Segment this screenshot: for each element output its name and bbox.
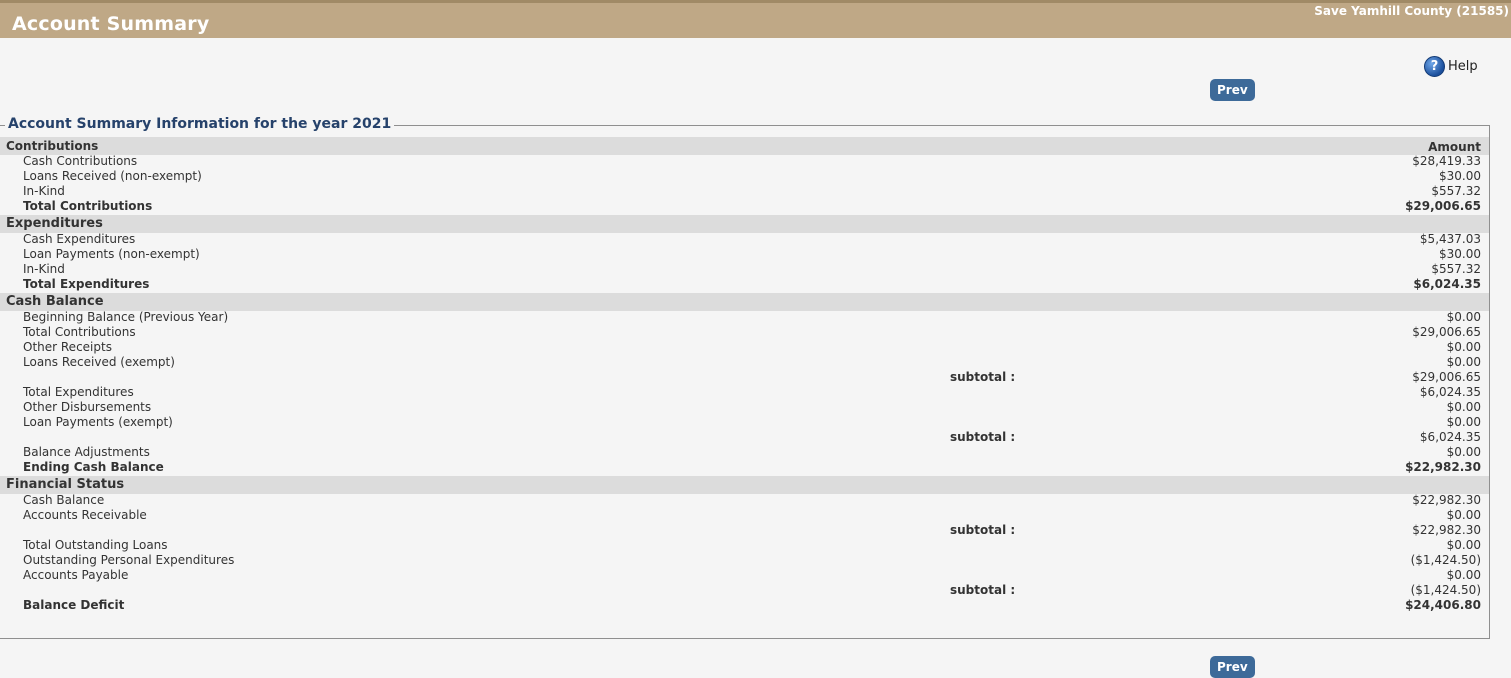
- subtotal-row: subtotal : ($1,424.50): [0, 583, 1489, 598]
- row-label: Cash Expenditures: [23, 232, 136, 246]
- row-amount: $22,982.30: [1405, 460, 1481, 474]
- subtotal-row: subtotal : $29,006.65: [0, 370, 1489, 385]
- row-amount: $0.00: [1446, 310, 1481, 324]
- table-row: Cash Expenditures $5,437.03: [0, 232, 1489, 247]
- table-row: Total Expenditures $6,024.35: [0, 385, 1489, 400]
- title-bar: Account Summary Save Yamhill County (215…: [0, 0, 1511, 38]
- total-row: Total Expenditures $6,024.35: [0, 277, 1489, 292]
- table-row: Other Disbursements $0.00: [0, 400, 1489, 415]
- cash-balance-header: Cash Balance: [0, 293, 1489, 311]
- row-amount: $0.00: [1446, 508, 1481, 522]
- row-amount: $30.00: [1439, 247, 1481, 261]
- subtotal-row: subtotal : $6,024.35: [0, 430, 1489, 445]
- row-amount: $28,419.33: [1412, 154, 1481, 168]
- row-amount: $5,437.03: [1419, 232, 1481, 246]
- table-row: Total Outstanding Loans $0.00: [0, 538, 1489, 553]
- row-amount: $24,406.80: [1405, 598, 1481, 612]
- row-label: In-Kind: [23, 184, 65, 198]
- row-label: Total Contributions: [23, 325, 136, 339]
- page-title: Account Summary: [12, 13, 210, 35]
- row-amount: $22,982.30: [1412, 523, 1481, 537]
- subtotal-label: subtotal :: [950, 523, 1016, 537]
- row-amount: $0.00: [1446, 538, 1481, 552]
- section-label: Expenditures: [6, 216, 103, 231]
- subtotal-label: subtotal :: [950, 583, 1016, 597]
- table-row: Outstanding Personal Expenditures ($1,424…: [0, 553, 1489, 568]
- row-amount: $557.32: [1431, 184, 1481, 198]
- table-row: Other Receipts $0.00: [0, 340, 1489, 355]
- row-label: Accounts Payable: [23, 568, 129, 582]
- row-label: Total Expenditures: [23, 385, 134, 399]
- total-row: Ending Cash Balance $22,982.30: [0, 460, 1489, 475]
- table-row: Cash Contributions $28,419.33: [0, 154, 1489, 169]
- table-row: Total Contributions $29,006.65: [0, 325, 1489, 340]
- section-title: Account Summary Information for the year…: [5, 116, 395, 132]
- row-amount: $30.00: [1439, 169, 1481, 183]
- section-label: Financial Status: [6, 477, 125, 492]
- row-amount: $0.00: [1446, 400, 1481, 414]
- row-label: Cash Balance: [23, 493, 105, 507]
- row-label: Loan Payments (exempt): [23, 415, 173, 429]
- row-amount: $29,006.65: [1412, 370, 1481, 384]
- subtotal-row: subtotal : $22,982.30: [0, 523, 1489, 538]
- row-amount: $0.00: [1446, 445, 1481, 459]
- row-amount: $0.00: [1446, 415, 1481, 429]
- table-row: Balance Adjustments $0.00: [0, 445, 1489, 460]
- row-amount: ($1,424.50): [1410, 553, 1481, 567]
- table-row: Accounts Payable $0.00: [0, 568, 1489, 583]
- row-label: Loan Payments (non-exempt): [23, 247, 200, 261]
- table-row: Cash Balance $22,982.30: [0, 493, 1489, 508]
- subtotal-label: subtotal :: [950, 430, 1016, 444]
- table-row: In-Kind $557.32: [0, 262, 1489, 277]
- row-amount: $6,024.35: [1419, 430, 1481, 444]
- section-label: Cash Balance: [6, 294, 104, 309]
- table-row: Loans Received (non-exempt) $30.00: [0, 169, 1489, 184]
- row-label: Loans Received (exempt): [23, 355, 175, 369]
- row-label: Total Outstanding Loans: [23, 538, 168, 552]
- row-label: Balance Deficit: [23, 598, 125, 612]
- row-amount: $557.32: [1431, 262, 1481, 276]
- row-amount: $29,006.65: [1405, 199, 1481, 213]
- table-row: In-Kind $557.32: [0, 184, 1489, 199]
- help-label: Help: [1448, 59, 1478, 74]
- row-label: Loans Received (non-exempt): [23, 169, 202, 183]
- row-label: Beginning Balance (Previous Year): [23, 310, 229, 324]
- organization-name: Save Yamhill County (21585): [1314, 4, 1509, 18]
- row-amount: $22,982.30: [1412, 493, 1481, 507]
- prev-button-bottom[interactable]: Prev: [1210, 656, 1255, 678]
- row-label: Total Expenditures: [23, 277, 150, 291]
- row-amount: $29,006.65: [1412, 325, 1481, 339]
- row-amount: $6,024.35: [1419, 385, 1481, 399]
- prev-button[interactable]: Prev: [1210, 79, 1255, 101]
- row-amount: $0.00: [1446, 355, 1481, 369]
- row-label: In-Kind: [23, 262, 65, 276]
- table-row: Accounts Receivable $0.00: [0, 508, 1489, 523]
- expenditures-header: Expenditures: [0, 215, 1489, 233]
- row-label: Other Disbursements: [23, 400, 152, 414]
- financial-status-header: Financial Status: [0, 476, 1489, 494]
- row-label: Total Contributions: [23, 199, 153, 213]
- table-row: Loan Payments (non-exempt) $30.00: [0, 247, 1489, 262]
- total-row: Total Contributions $29,006.65: [0, 199, 1489, 214]
- row-label: Other Receipts: [23, 340, 112, 354]
- section-label: Contributions: [6, 139, 99, 153]
- row-amount: $0.00: [1446, 568, 1481, 582]
- help-icon: ?: [1424, 56, 1445, 77]
- row-amount: $6,024.35: [1413, 277, 1481, 291]
- subtotal-label: subtotal :: [950, 370, 1016, 384]
- row-label: Ending Cash Balance: [23, 460, 164, 474]
- row-label: Accounts Receivable: [23, 508, 147, 522]
- row-amount: $0.00: [1446, 340, 1481, 354]
- table-row: Loans Received (exempt) $0.00: [0, 355, 1489, 370]
- row-label: Outstanding Personal Expenditures: [23, 553, 235, 567]
- table-row: Loan Payments (exempt) $0.00: [0, 415, 1489, 430]
- contributions-header: Contributions Amount: [0, 137, 1489, 155]
- total-row: Balance Deficit $24,406.80: [0, 598, 1489, 613]
- table-row: Beginning Balance (Previous Year) $0.00: [0, 310, 1489, 325]
- row-label: Cash Contributions: [23, 154, 138, 168]
- help-link[interactable]: ? Help: [1424, 56, 1478, 77]
- row-amount: ($1,424.50): [1410, 583, 1481, 597]
- row-label: Balance Adjustments: [23, 445, 150, 459]
